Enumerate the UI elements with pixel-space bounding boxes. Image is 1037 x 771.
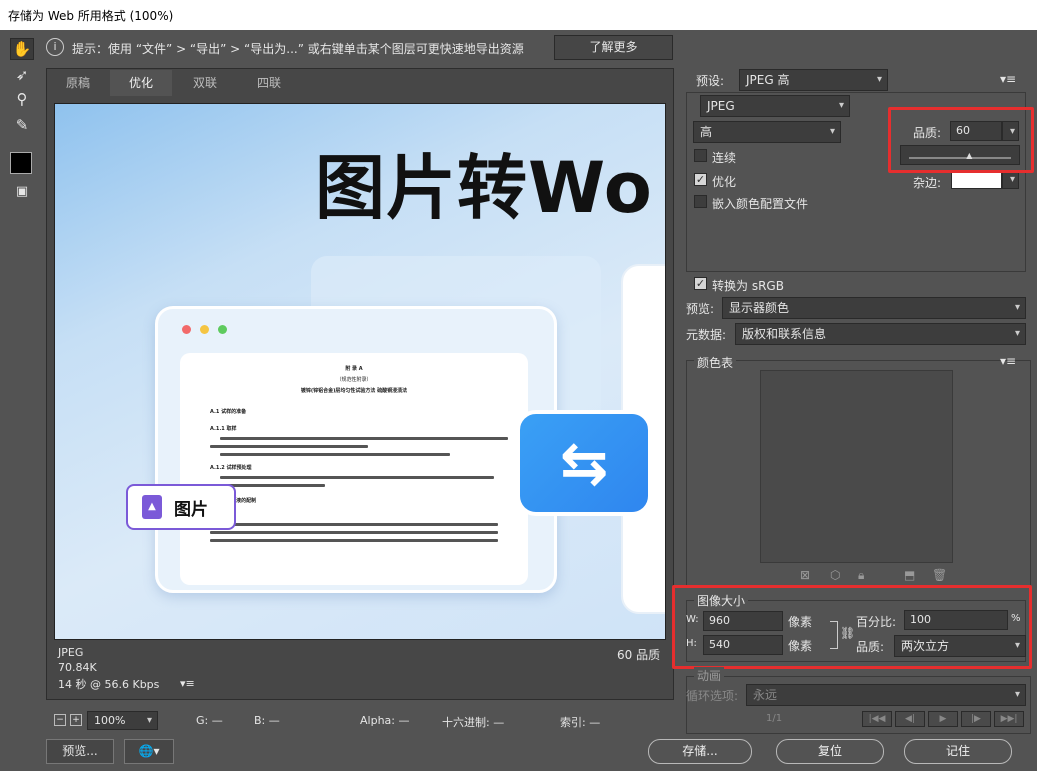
preview-color-select[interactable]: 显示器颜色 ▾ <box>722 297 1026 319</box>
matte-dropdown-icon[interactable]: ▾ <box>1002 171 1019 189</box>
zoom-in-icon[interactable]: + <box>70 714 82 726</box>
next-frame-icon[interactable]: |▶ <box>961 711 991 727</box>
loop-label: 循环选项: <box>686 689 739 703</box>
browser-preview-icon[interactable]: 🌐▾ <box>124 739 174 764</box>
preset-menu-icon[interactable]: ▾≡ <box>1000 72 1016 86</box>
info-icon: i <box>46 38 64 56</box>
optimized-label: 优化 <box>712 175 737 189</box>
tab-4-up[interactable]: 四联 <box>238 70 300 96</box>
zoom-select[interactable]: 100% ▾ <box>87 711 158 730</box>
loop-select[interactable]: 永远 ▾ <box>746 684 1026 706</box>
badge-label: 图片 <box>174 499 208 520</box>
toggle-slices-icon[interactable]: ▣ <box>10 180 34 202</box>
tab-original[interactable]: 原稿 <box>48 70 108 96</box>
convert-srgb-label: 转换为 sRGB <box>712 279 784 293</box>
embed-profile-label: 嵌入颜色配置文件 <box>712 197 809 211</box>
hex-value: 十六进制: — <box>442 716 505 729</box>
doc-section: A.2 试验溶液的配制 <box>210 498 257 504</box>
format-select[interactable]: JPEG ▾ <box>700 95 850 117</box>
eyedropper-color-swatch[interactable] <box>10 152 32 174</box>
doc-title: 附 录 A <box>345 366 363 372</box>
eyedropper-icon[interactable]: ✎ <box>10 114 34 136</box>
window-title: 存储为 Web 所用格式 (100%) <box>0 0 1037 30</box>
info-format: JPEG <box>58 646 84 659</box>
preview-button[interactable]: 预览... <box>46 739 114 764</box>
trash-icon[interactable]: 🗑︎ <box>932 568 947 582</box>
web-shift-icon[interactable]: ⬡ <box>830 568 840 582</box>
progressive-label: 连续 <box>712 151 737 165</box>
hand-tool-icon[interactable]: ✋ <box>10 38 34 60</box>
color-table-menu-icon[interactable]: ▾≡ <box>1000 354 1016 368</box>
alpha-value: Alpha: — <box>360 714 410 727</box>
doc-section: A.1.1 取样 <box>210 426 237 432</box>
frame-counter: 1/1 <box>766 713 783 724</box>
color-table-grid[interactable] <box>760 370 953 563</box>
metadata-label: 元数据: <box>686 328 727 342</box>
document-window-card: 附 录 A （规范性附录） 镀锌(锌铝合金)层均匀性试验方法 硫酸铜浸渍法 A.… <box>155 306 557 593</box>
speed-menu-icon[interactable]: ▾≡ <box>180 677 195 690</box>
convert-srgb-checkbox[interactable]: ✓ <box>694 277 707 290</box>
last-frame-icon[interactable]: ▶▶| <box>994 711 1024 727</box>
preview-image[interactable]: 图片转Wo 附 录 A （规范性附录） 镀锌(锌铝合金)层均匀性试验方法 硫酸铜… <box>54 103 666 640</box>
minimize-dot <box>200 325 209 334</box>
quality-highlight-box <box>888 107 1034 173</box>
preset-select[interactable]: JPEG 高 ▾ <box>739 69 888 91</box>
doc-heading: 镀锌(锌铝合金)层均匀性试验方法 硫酸铜浸渍法 <box>300 388 408 394</box>
info-size: 70.84K <box>58 661 97 674</box>
preview-headline: 图片转Wo <box>315 147 653 229</box>
map-transparent-icon[interactable]: ⊠ <box>800 568 810 582</box>
reset-button[interactable]: 复位 <box>776 739 884 764</box>
learn-more-button[interactable]: 了解更多 <box>554 35 673 60</box>
preview-label: 预览: <box>686 302 715 316</box>
convert-arrows-icon: ⇆ <box>516 410 652 516</box>
matte-label: 杂边: <box>913 176 942 190</box>
color-table-title: 颜色表 <box>694 354 737 371</box>
image-badge: ▲ 图片 <box>126 484 236 530</box>
tab-optimized[interactable]: 优化 <box>110 70 172 96</box>
image-size-highlight-box <box>672 585 1032 669</box>
play-icon[interactable]: ▶ <box>928 711 958 727</box>
close-dot <box>182 325 191 334</box>
info-speed: 14 秒 @ 56.6 Kbps <box>58 678 160 691</box>
lock-color-icon[interactable]: 🔒︎ <box>858 568 864 583</box>
new-color-icon[interactable]: ⬒ <box>904 568 915 582</box>
save-button[interactable]: 存储... <box>648 739 752 764</box>
tab-2-up[interactable]: 双联 <box>174 70 236 96</box>
doc-section: A.1 试样的准备 <box>210 409 247 415</box>
document-page: 附 录 A （规范性附录） 镀锌(锌铝合金)层均匀性试验方法 硫酸铜浸渍法 A.… <box>180 353 528 585</box>
embed-profile-checkbox[interactable] <box>694 195 707 208</box>
slice-select-icon[interactable]: ➶ <box>10 64 34 86</box>
doc-section: A.2.1 <box>210 512 498 518</box>
hint-text: 提示：使用 “文件” > “导出” > “导出为...” 或右键单击某个图层可更… <box>72 42 524 56</box>
doc-section: A.1.2 试样预处理 <box>210 465 252 471</box>
info-quality: 60 品质 <box>617 648 661 662</box>
zoom-out-icon[interactable]: − <box>54 714 66 726</box>
remember-button[interactable]: 记住 <box>904 739 1012 764</box>
matte-color-swatch[interactable] <box>951 171 1002 189</box>
animation-title: 动画 <box>694 667 725 684</box>
tool-panel: ✋ ➶ ⚲ ✎ ▣ <box>0 30 42 771</box>
first-frame-icon[interactable]: |◀◀ <box>862 711 892 727</box>
blue-value: B: — <box>254 714 280 727</box>
green-value: G: — <box>196 714 223 727</box>
doc-subtitle: （规范性附录） <box>336 377 372 383</box>
optimized-checkbox[interactable]: ✓ <box>694 173 707 186</box>
zoom-tool-icon[interactable]: ⚲ <box>10 88 34 110</box>
compression-select[interactable]: 高 ▾ <box>693 121 841 143</box>
prev-frame-icon[interactable]: ◀| <box>895 711 925 727</box>
image-file-icon: ▲ <box>142 495 162 519</box>
metadata-select[interactable]: 版权和联系信息 ▾ <box>735 323 1026 345</box>
maximize-dot <box>218 325 227 334</box>
progressive-checkbox[interactable] <box>694 149 707 162</box>
index-value: 索引: — <box>560 716 601 729</box>
preset-label: 预设: <box>696 74 725 88</box>
